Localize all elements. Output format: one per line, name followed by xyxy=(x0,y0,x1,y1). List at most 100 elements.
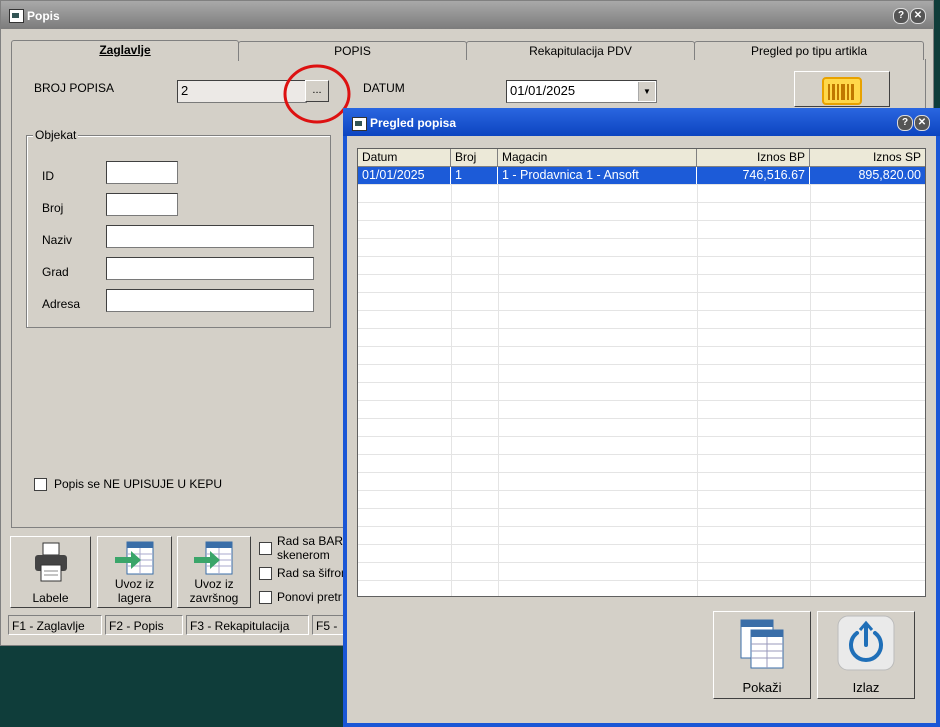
datum-value: 01/01/2025 xyxy=(510,83,576,98)
help-button[interactable]: ? xyxy=(893,8,909,24)
objekat-legend: Objekat xyxy=(33,128,79,142)
close-button[interactable]: ✕ xyxy=(910,8,926,24)
barcode-button[interactable] xyxy=(794,71,890,107)
window-icon xyxy=(9,9,24,23)
table-row[interactable]: 01/01/2025 1 1 - Prodavnica 1 - Ansoft 7… xyxy=(358,167,925,185)
empty-row xyxy=(358,437,925,455)
rad-barkod-line2: skenerom xyxy=(277,548,330,562)
grad-label: Grad xyxy=(42,265,69,279)
modal-help-button[interactable]: ? xyxy=(897,115,913,131)
table-view-icon xyxy=(740,619,784,669)
labele-button[interactable]: Labele xyxy=(10,536,91,608)
empty-row xyxy=(358,455,925,473)
popis-grid[interactable]: Datum Broj Magacin Iznos BP Iznos SP 01/… xyxy=(357,148,926,597)
cell-iznos-sp: 895,820.00 xyxy=(858,168,921,182)
empty-row xyxy=(358,347,925,365)
uvoz-lagera-line2: lagera xyxy=(117,591,152,605)
grad-field[interactable] xyxy=(106,257,314,280)
column-header-broj[interactable]: Broj xyxy=(451,149,498,167)
naziv-field[interactable] xyxy=(106,225,314,248)
uvoz-zavrsnog-label: Uvoz iz završnog xyxy=(178,577,250,605)
naziv-label: Naziv xyxy=(42,233,73,247)
modal-close-button[interactable]: ✕ xyxy=(914,115,930,131)
izlaz-label: Izlaz xyxy=(852,680,880,695)
id-label: ID xyxy=(42,169,54,183)
uvoz-zavrsnog-line1: Uvoz iz xyxy=(194,577,234,591)
empty-row xyxy=(358,491,925,509)
datum-label: DATUM xyxy=(363,81,405,95)
uvoz-zavrsnog-button[interactable]: Uvoz iz završnog xyxy=(177,536,251,608)
tab-label: Zaglavlje xyxy=(99,43,151,57)
uvoz-lagera-button[interactable]: Uvoz iz lagera xyxy=(97,536,172,608)
adresa-label: Adresa xyxy=(42,297,81,311)
kepu-checkbox[interactable] xyxy=(34,478,47,491)
empty-row xyxy=(358,257,925,275)
barcode-icon xyxy=(822,77,862,105)
empty-row xyxy=(358,545,925,563)
rad-barkod-line1: Rad sa BARC xyxy=(277,534,352,548)
empty-row xyxy=(358,365,925,383)
printer-icon xyxy=(34,542,67,582)
empty-row xyxy=(358,275,925,293)
cell-broj: 1 xyxy=(451,167,498,184)
rad-sifrom-checkbox[interactable] xyxy=(259,567,272,580)
column-header-datum[interactable]: Datum xyxy=(358,149,451,167)
empty-row xyxy=(358,509,925,527)
empty-row xyxy=(358,203,925,221)
empty-row xyxy=(358,563,925,581)
ponovi-checkbox[interactable] xyxy=(259,591,272,604)
empty-row xyxy=(358,383,925,401)
tab-pregled-po-tipu[interactable]: Pregled po tipu artikla xyxy=(694,41,924,60)
uvoz-zavrsnog-line2: završnog xyxy=(189,591,239,605)
column-header-iznos-sp[interactable]: Iznos SP xyxy=(810,149,925,167)
id-field[interactable] xyxy=(106,161,178,184)
chevron-down-icon[interactable]: ▼ xyxy=(638,82,655,101)
adresa-field[interactable] xyxy=(106,289,314,312)
empty-row xyxy=(358,311,925,329)
window-icon xyxy=(352,117,367,131)
column-header-iznos-bp[interactable]: Iznos BP xyxy=(697,149,810,167)
modal-title-bar: Pregled popisa ? ✕ xyxy=(343,108,940,136)
title-bar: Popis ? ✕ xyxy=(1,1,933,29)
ponovi-label: Ponovi pretr xyxy=(277,590,342,604)
cell-iznos-bp: 746,516.67 xyxy=(697,167,810,184)
datum-field[interactable]: 01/01/2025 ▼ xyxy=(506,80,657,103)
modal-title: Pregled popisa xyxy=(370,116,457,130)
rad-barkod-label: Rad sa BARC skenerom xyxy=(277,534,352,562)
rad-barkod-checkbox[interactable] xyxy=(259,542,272,555)
rad-sifrom-label: Rad sa šifrom xyxy=(277,566,352,580)
status-f3: F3 - Rekapitulacija xyxy=(186,615,309,635)
window-title: Popis xyxy=(27,9,60,23)
labele-label: Labele xyxy=(32,591,69,605)
empty-row xyxy=(358,293,925,311)
izlaz-button[interactable]: Izlaz xyxy=(817,611,915,699)
uvoz-lagera-line1: Uvoz iz xyxy=(114,577,155,591)
empty-row xyxy=(358,401,925,419)
broj-field[interactable] xyxy=(106,193,178,216)
tab-popis[interactable]: POPIS xyxy=(238,41,467,60)
modal-body: Datum Broj Magacin Iznos BP Iznos SP 01/… xyxy=(347,136,936,723)
kepu-label: Popis se NE UPISUJE U KEPU xyxy=(54,477,223,491)
pregled-popisa-dialog: Pregled popisa ? ✕ Datum Broj Magacin Iz… xyxy=(343,108,940,727)
cell-datum: 01/01/2025 xyxy=(358,167,451,184)
empty-row xyxy=(358,527,925,545)
uvoz-lagera-label: Uvoz iz lagera xyxy=(98,577,171,605)
empty-row xyxy=(358,185,925,203)
cell-magacin: 1 - Prodavnica 1 - Ansoft xyxy=(498,167,697,184)
import-table-icon xyxy=(114,541,153,575)
import-table-icon xyxy=(194,541,233,575)
empty-row xyxy=(358,329,925,347)
column-header-magacin[interactable]: Magacin xyxy=(498,149,697,167)
tab-rekapitulacija-pdv[interactable]: Rekapitulacija PDV xyxy=(466,41,695,60)
status-f2: F2 - Popis xyxy=(105,615,183,635)
empty-row xyxy=(358,581,925,596)
broj-label: Broj xyxy=(42,201,64,215)
tab-zaglavlje[interactable]: Zaglavlje xyxy=(11,40,239,61)
broj-popisa-label: BROJ POPISA xyxy=(34,81,115,95)
pokazi-button[interactable]: Pokaži xyxy=(713,611,811,699)
empty-row xyxy=(358,419,925,437)
status-f1: F1 - Zaglavlje xyxy=(8,615,102,635)
empty-row xyxy=(358,239,925,257)
annotation-circle xyxy=(283,64,351,124)
pokazi-label: Pokaži xyxy=(742,680,782,695)
